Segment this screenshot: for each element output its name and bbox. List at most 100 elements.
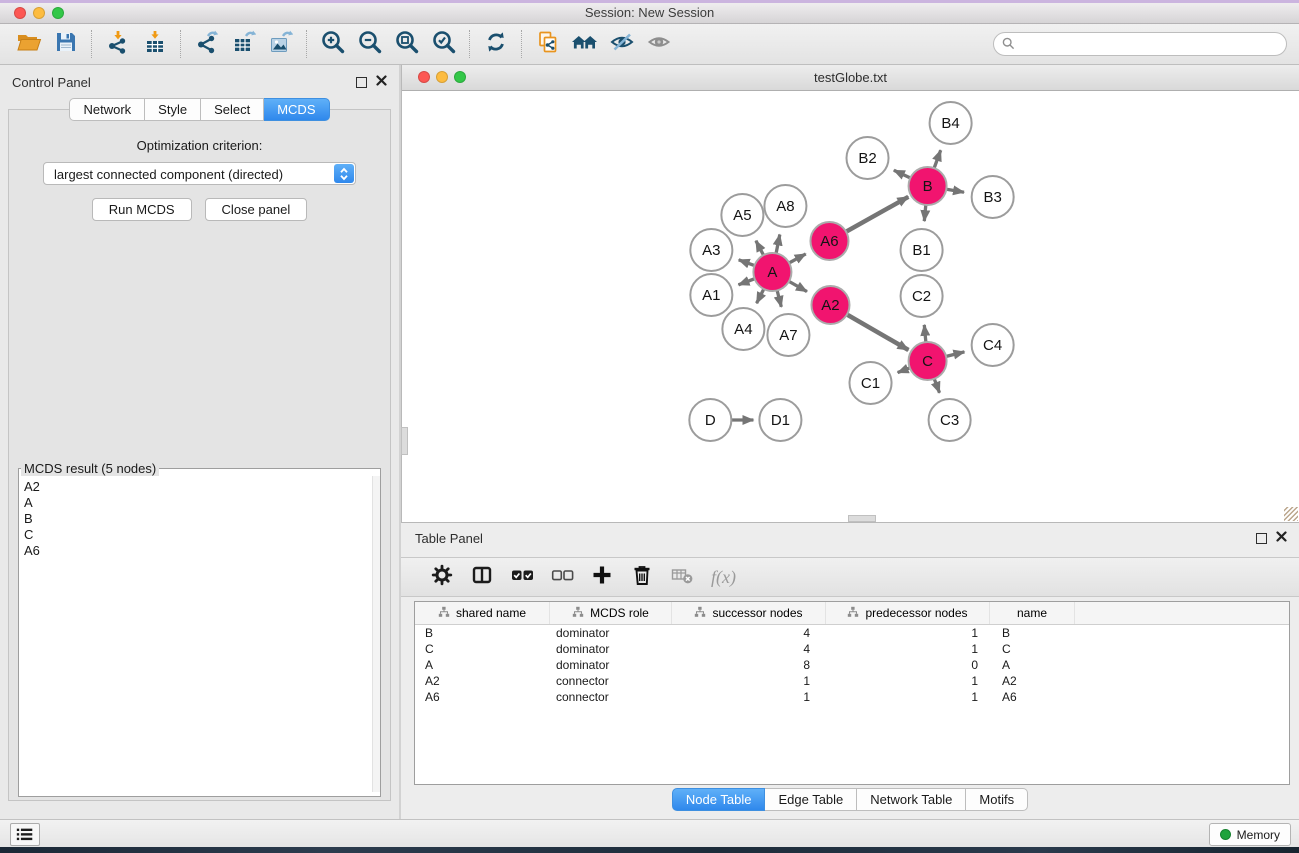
network-canvas[interactable]: B4B2BB3A8A5A6B1A3AA1C2A2A4A7C4CC1C3DD1 [402, 91, 1299, 522]
duplicate-network-button[interactable] [529, 28, 566, 60]
cell[interactable]: 1 [672, 689, 826, 705]
table-row[interactable]: A2connector11A2 [415, 673, 1289, 689]
graph-node-A4[interactable]: A4 [722, 308, 764, 350]
hide-graphics-button[interactable] [603, 28, 640, 60]
resize-grip-icon[interactable] [1284, 507, 1298, 521]
search-input[interactable] [993, 32, 1287, 56]
close-button[interactable] [14, 7, 26, 19]
graph-node-C3[interactable]: C3 [929, 399, 971, 441]
export-table-button[interactable] [225, 28, 262, 60]
graph-node-B[interactable]: B [909, 167, 947, 205]
table-row[interactable]: A6connector11A6 [415, 689, 1289, 705]
graph-node-A6[interactable]: A6 [810, 222, 848, 260]
tab-mcds[interactable]: MCDS [264, 98, 329, 121]
import-network-button[interactable] [99, 28, 136, 60]
open-session-button[interactable] [10, 28, 47, 60]
export-image-button[interactable] [262, 28, 299, 60]
refresh-view-button[interactable] [477, 28, 514, 60]
float-table-panel-button[interactable] [1256, 533, 1267, 544]
table-row[interactable]: Adominator80A [415, 657, 1289, 673]
cell[interactable]: 4 [672, 641, 826, 657]
minimize-button[interactable] [33, 7, 45, 19]
cell[interactable]: dominator [550, 657, 672, 673]
graph-node-A3[interactable]: A3 [690, 229, 732, 271]
split-handle-vertical[interactable] [401, 427, 408, 455]
cell[interactable]: B [415, 625, 550, 641]
zoom-out-button[interactable] [351, 28, 388, 60]
graph-node-C[interactable]: C [909, 342, 947, 380]
zoom-in-button[interactable] [314, 28, 351, 60]
cell[interactable]: C [990, 641, 1075, 657]
table-tab-node-table[interactable]: Node Table [672, 788, 766, 811]
select-all-columns-button[interactable] [509, 564, 535, 590]
float-panel-button[interactable] [356, 77, 367, 88]
zoom-selected-button[interactable] [425, 28, 462, 60]
graph-node-B2[interactable]: B2 [846, 137, 888, 179]
graph-node-C1[interactable]: C1 [849, 362, 891, 404]
network-close-button[interactable] [418, 71, 430, 83]
mcds-result-item[interactable]: A2 [19, 479, 380, 495]
column-header-successor-nodes[interactable]: successor nodes [672, 602, 826, 624]
cell[interactable]: 1 [826, 625, 990, 641]
cell[interactable]: 0 [826, 657, 990, 673]
graph-node-B3[interactable]: B3 [972, 176, 1014, 218]
table-tab-network-table[interactable]: Network Table [857, 788, 966, 811]
cell[interactable]: dominator [550, 641, 672, 657]
import-table-button[interactable] [136, 28, 173, 60]
cell[interactable]: C [415, 641, 550, 657]
graph-node-A[interactable]: A [753, 253, 791, 291]
graph-node-D1[interactable]: D1 [759, 399, 801, 441]
split-handle-horizontal[interactable] [848, 515, 876, 522]
delete-table-button[interactable] [669, 564, 695, 590]
tab-style[interactable]: Style [145, 98, 201, 121]
column-header-predecessor-nodes[interactable]: predecessor nodes [826, 602, 990, 624]
graph-node-A7[interactable]: A7 [767, 314, 809, 356]
cell[interactable]: A [415, 657, 550, 673]
network-zoom-button[interactable] [454, 71, 466, 83]
cell[interactable]: A2 [415, 673, 550, 689]
cell[interactable]: A6 [990, 689, 1075, 705]
cell[interactable]: dominator [550, 625, 672, 641]
cell[interactable]: 1 [826, 689, 990, 705]
zoom-fit-button[interactable] [388, 28, 425, 60]
criterion-select[interactable]: largest connected component (directed) [43, 162, 356, 185]
cell[interactable]: 1 [672, 673, 826, 689]
close-panel-button-2[interactable]: Close panel [205, 198, 308, 221]
close-table-panel-button[interactable] [1276, 529, 1287, 547]
column-header-name[interactable]: name [990, 602, 1075, 624]
home-view-button[interactable] [566, 28, 603, 60]
delete-row-button[interactable] [629, 564, 655, 590]
memory-button[interactable]: Memory [1209, 823, 1291, 846]
cell[interactable]: B [990, 625, 1075, 641]
cell[interactable]: 4 [672, 625, 826, 641]
close-panel-button[interactable] [376, 73, 387, 91]
graph-node-B4[interactable]: B4 [930, 102, 972, 144]
network-minimize-button[interactable] [436, 71, 448, 83]
graph-node-A8[interactable]: A8 [764, 185, 806, 227]
cell[interactable]: 1 [826, 641, 990, 657]
cell[interactable]: 1 [826, 673, 990, 689]
task-history-button[interactable] [10, 823, 40, 846]
graph-node-D[interactable]: D [689, 399, 731, 441]
column-header-mcds-role[interactable]: MCDS role [550, 602, 672, 624]
table-tab-motifs[interactable]: Motifs [966, 788, 1028, 811]
add-row-button[interactable] [589, 564, 615, 590]
column-header-shared-name[interactable]: shared name [415, 602, 550, 624]
run-mcds-button[interactable]: Run MCDS [92, 198, 192, 221]
export-network-button[interactable] [188, 28, 225, 60]
tab-network[interactable]: Network [69, 98, 145, 121]
split-columns-button[interactable] [469, 564, 495, 590]
table-row[interactable]: Bdominator41B [415, 625, 1289, 641]
mcds-result-item[interactable]: B [19, 511, 380, 527]
show-graphics-button[interactable] [640, 28, 677, 60]
graph-node-B1[interactable]: B1 [901, 229, 943, 271]
zoom-button[interactable] [52, 7, 64, 19]
cell[interactable]: 8 [672, 657, 826, 673]
mcds-result-item[interactable]: A [19, 495, 380, 511]
mcds-result-item[interactable]: C [19, 527, 380, 543]
cell[interactable]: A [990, 657, 1075, 673]
cell[interactable]: A6 [415, 689, 550, 705]
graph-node-C2[interactable]: C2 [901, 275, 943, 317]
cell[interactable]: connector [550, 689, 672, 705]
graph-node-A5[interactable]: A5 [721, 194, 763, 236]
